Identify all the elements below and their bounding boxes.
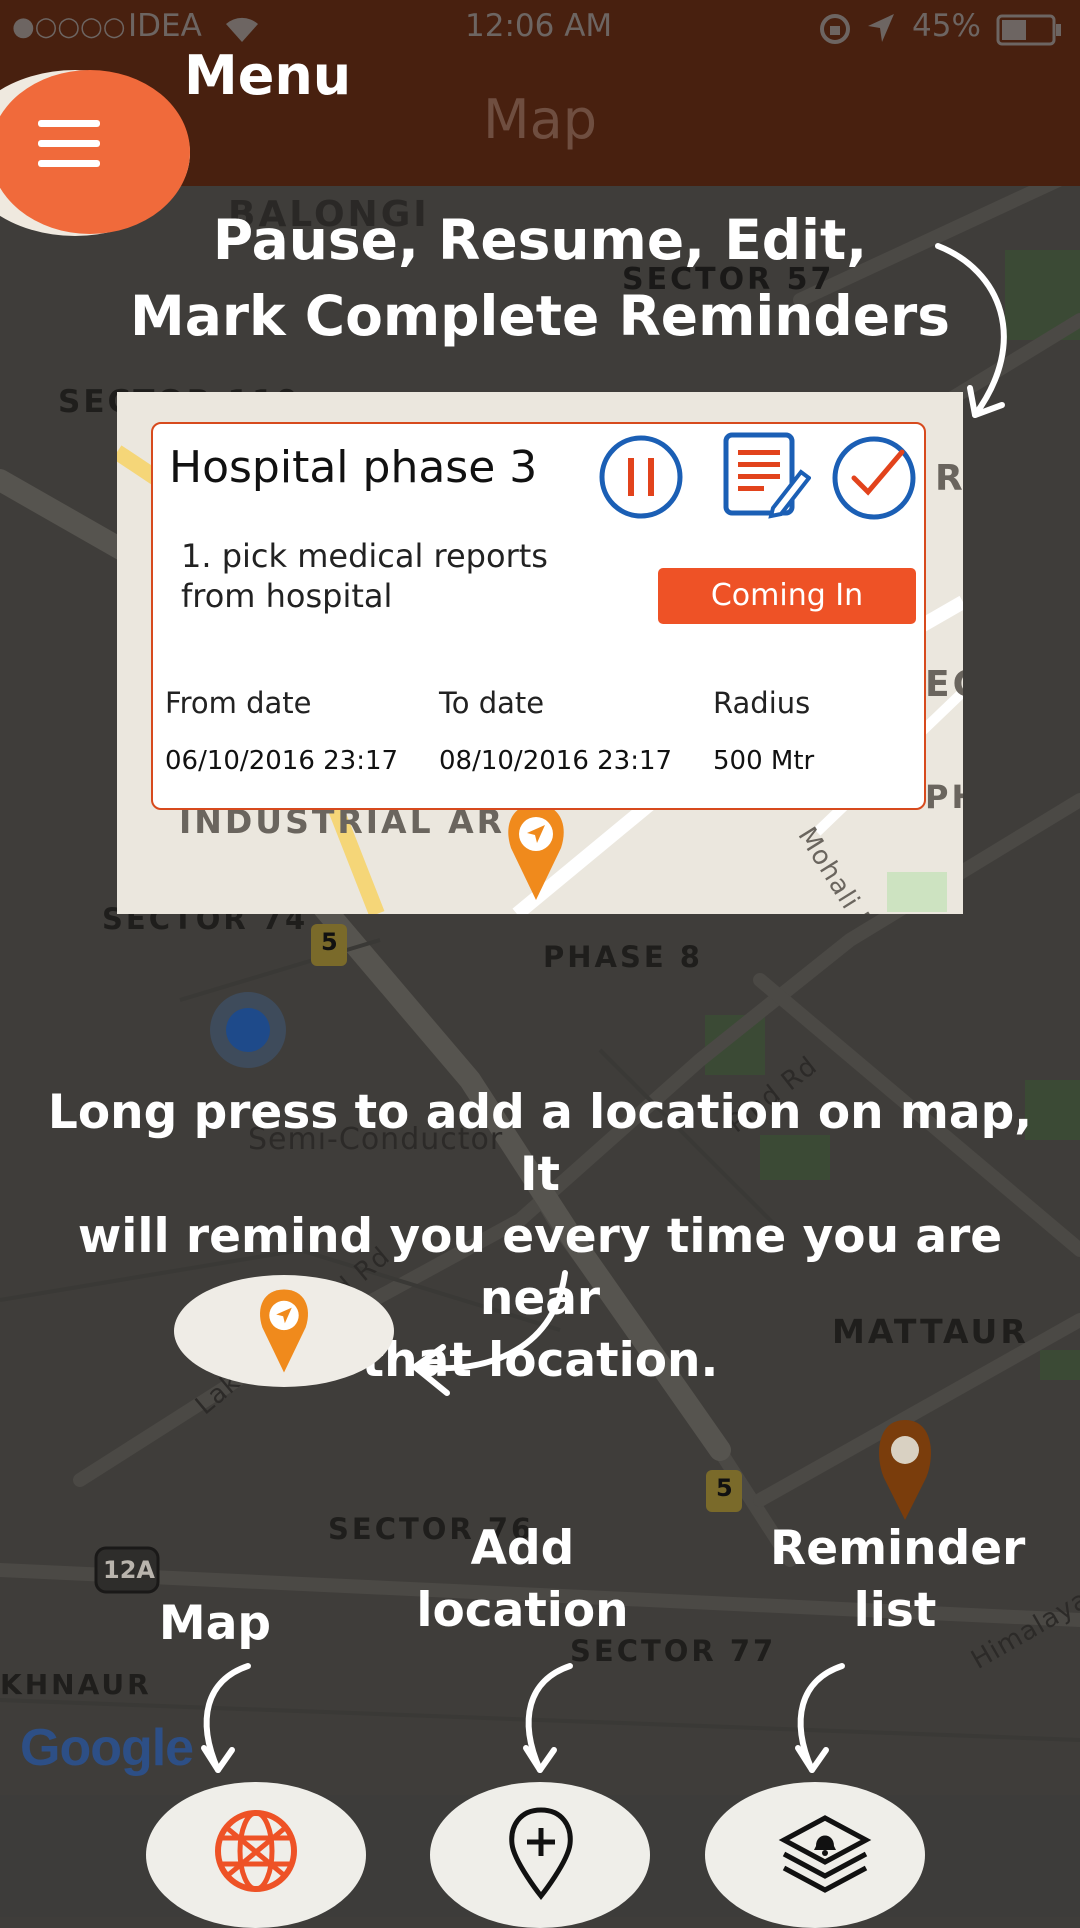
map-label: KHNAUR xyxy=(0,1668,152,1701)
map-label: PHASE 8 xyxy=(543,940,703,974)
caption-line: Pause, Resume, Edit, xyxy=(212,208,868,272)
map-pin[interactable] xyxy=(252,1286,316,1376)
to-date-label: To date xyxy=(439,686,545,720)
reminder-list-caption: Reminder list xyxy=(770,1518,1026,1642)
reminder-title: Hospital phase 3 xyxy=(169,442,538,493)
signal-strength: ●○○○○ xyxy=(12,12,126,42)
map-label: ECTOR 5 xyxy=(925,664,963,705)
location-arrow-icon xyxy=(866,12,896,52)
from-date-label: From date xyxy=(165,686,312,720)
curved-arrow-icon xyxy=(795,1663,845,1773)
reminder-card[interactable]: Hospital phase 3 1. pick medical reports… xyxy=(151,422,926,810)
from-date-value: 06/10/2016 23:17 xyxy=(165,746,399,776)
map-label: R 58 xyxy=(935,458,963,499)
rotation-lock-icon xyxy=(818,12,852,54)
battery-icon xyxy=(996,14,1062,54)
caption-line: location xyxy=(416,1583,629,1638)
route-number: 12A xyxy=(103,1556,155,1584)
caption-line: Add xyxy=(470,1521,575,1576)
check-circle-icon[interactable] xyxy=(830,434,918,522)
add-pin-icon[interactable] xyxy=(506,1806,576,1902)
radius-label: Radius xyxy=(713,686,811,720)
pause-icon[interactable] xyxy=(598,434,684,520)
route-number: 5 xyxy=(716,1474,733,1502)
curved-arrow-icon xyxy=(523,1663,573,1773)
to-date-value: 08/10/2016 23:17 xyxy=(439,746,673,776)
status-badge: Coming In xyxy=(658,568,916,624)
route-number: 5 xyxy=(321,928,338,956)
reminder-actions-caption: Pause, Resume, Edit, Mark Complete Remin… xyxy=(100,202,980,354)
map-tab-caption: Map xyxy=(158,1596,272,1651)
status-bar: ●○○○○ IDEA 12:06 AM 45% xyxy=(0,0,1080,58)
curved-arrow-icon xyxy=(201,1663,251,1773)
layers-bell-icon[interactable] xyxy=(778,1810,872,1896)
reminder-description: 1. pick medical reports from hospital xyxy=(181,537,548,615)
caption-line: list xyxy=(853,1583,937,1638)
carrier-name: IDEA xyxy=(128,8,202,44)
edit-note-icon[interactable] xyxy=(721,430,811,522)
add-location-caption: Add location xyxy=(410,1518,635,1642)
globe-icon[interactable] xyxy=(213,1808,299,1894)
map-pin[interactable] xyxy=(503,800,569,904)
curved-arrow-icon xyxy=(412,1270,568,1396)
battery-percent: 45% xyxy=(912,8,981,44)
caption-line: Mark Complete Reminders xyxy=(130,284,950,348)
clock: 12:06 AM xyxy=(465,8,613,44)
caption-line: Reminder xyxy=(770,1521,1026,1576)
radius-value: 500 Mtr xyxy=(713,746,815,776)
google-logo: Google xyxy=(20,1719,194,1777)
map-label: PHASE 5 xyxy=(925,778,963,816)
menu-caption: Menu xyxy=(184,44,352,107)
caption-line: Long press to add a location on map, It xyxy=(47,1085,1033,1202)
